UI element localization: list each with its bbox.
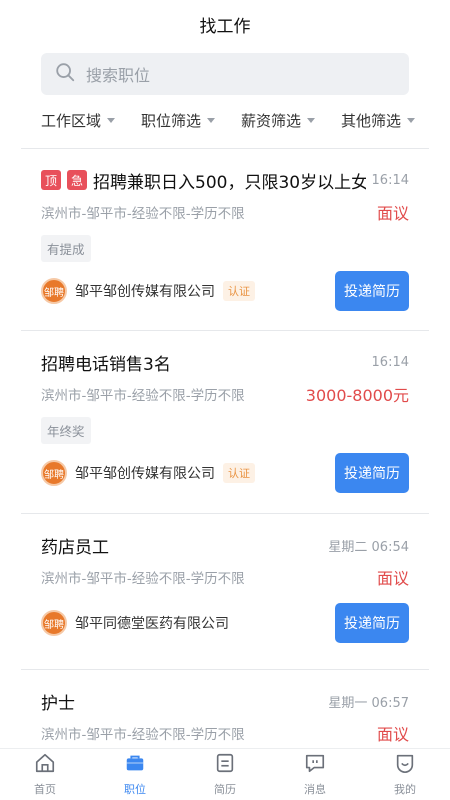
apply-button[interactable]: 投递简历 (335, 453, 409, 493)
message-icon (304, 752, 326, 778)
verified-badge: 认证 (223, 463, 255, 483)
page-title: 找工作 (199, 16, 251, 37)
caret-down-icon (207, 117, 216, 123)
company-name: 邹平同德堂医药有限公司 (75, 616, 229, 632)
post-time: 星期二 06:54 (328, 539, 409, 555)
company-name: 邹平邹创传媒有限公司 (75, 284, 215, 300)
filter-label: 职位筛选 (141, 111, 202, 130)
job-meta: 滨州市-邹平市-经验不限-学历不限 (41, 206, 245, 222)
verified-badge: 认证 (223, 281, 255, 301)
filter-label: 工作区域 (41, 111, 102, 130)
filter-other[interactable]: 其他筛选 (341, 110, 416, 131)
tab-messages[interactable]: 消息 (270, 749, 360, 800)
filter-label: 薪资筛选 (241, 111, 302, 130)
post-time: 16:14 (371, 354, 409, 370)
filter-bar: 工作区域 职位筛选 薪资筛选 其他筛选 (41, 108, 450, 132)
home-icon (34, 752, 56, 778)
filter-salary[interactable]: 薪资筛选 (241, 110, 316, 131)
job-card[interactable]: 药店员工 星期二 06:54 滨州市-邹平市-经验不限-学历不限 面议 邹聘 邹… (21, 513, 429, 669)
briefcase-icon (124, 752, 146, 778)
company-name: 邹平邹创传媒有限公司 (75, 466, 215, 482)
salary: 面议 (376, 725, 409, 744)
tab-label: 首页 (34, 783, 56, 796)
job-meta: 滨州市-邹平市-经验不限-学历不限 (41, 727, 245, 743)
apply-button[interactable]: 投递简历 (335, 271, 409, 311)
job-title: 护士 (41, 693, 75, 714)
tab-label: 职位 (124, 783, 146, 796)
salary: 面议 (376, 204, 409, 223)
job-title: 招聘电话销售3名 (41, 354, 171, 375)
tab-resume[interactable]: 简历 (180, 749, 270, 800)
benefit-tag: 年终奖 (41, 417, 91, 444)
job-meta: 滨州市-邹平市-经验不限-学历不限 (41, 388, 245, 404)
top-badge: 顶 (41, 170, 61, 190)
urgent-badge: 急 (67, 170, 87, 190)
tab-home[interactable]: 首页 (0, 749, 90, 800)
search-bar[interactable]: 搜索职位 (41, 53, 409, 95)
apply-button[interactable]: 投递简历 (335, 603, 409, 643)
resume-icon (214, 752, 236, 778)
filter-label: 其他筛选 (341, 111, 402, 130)
tab-label: 消息 (304, 783, 326, 796)
header: 找工作 (0, 0, 450, 48)
filter-position[interactable]: 职位筛选 (141, 110, 216, 131)
job-card[interactable]: 顶 急 招聘兼职日入500，只限30岁以上女性 16:14 滨州市-邹平市-经验… (21, 148, 429, 330)
filter-region[interactable]: 工作区域 (41, 110, 116, 131)
caret-down-icon (307, 117, 316, 123)
job-meta: 滨州市-邹平市-经验不限-学历不限 (41, 571, 245, 587)
post-time: 星期一 06:57 (328, 695, 409, 711)
job-title: 药店员工 (41, 537, 109, 558)
job-card[interactable]: 招聘电话销售3名 16:14 滨州市-邹平市-经验不限-学历不限 3000-80… (21, 330, 429, 513)
tab-label: 我的 (394, 783, 416, 796)
caret-down-icon (407, 117, 416, 123)
job-title: 招聘兼职日入500，只限30岁以上女性 (93, 172, 366, 193)
profile-icon (394, 752, 416, 778)
salary: 3000-8000元 (305, 386, 409, 405)
search-icon (54, 61, 76, 87)
caret-down-icon (107, 117, 116, 123)
bottom-tab-bar: 首页 职位 简历 消息 我的 (0, 748, 450, 800)
tab-profile[interactable]: 我的 (360, 749, 450, 800)
company-logo: 邹聘 (41, 278, 67, 304)
post-time: 16:14 (371, 172, 409, 188)
company-logo: 邹聘 (41, 460, 67, 486)
tab-jobs[interactable]: 职位 (90, 749, 180, 800)
search-input[interactable]: 搜索职位 (86, 62, 150, 86)
salary: 面议 (376, 569, 409, 588)
job-list[interactable]: 顶 急 招聘兼职日入500，只限30岁以上女性 16:14 滨州市-邹平市-经验… (0, 148, 450, 768)
tab-label: 简历 (214, 783, 236, 796)
benefit-tag: 有提成 (41, 235, 91, 262)
company-logo: 邹聘 (41, 610, 67, 636)
